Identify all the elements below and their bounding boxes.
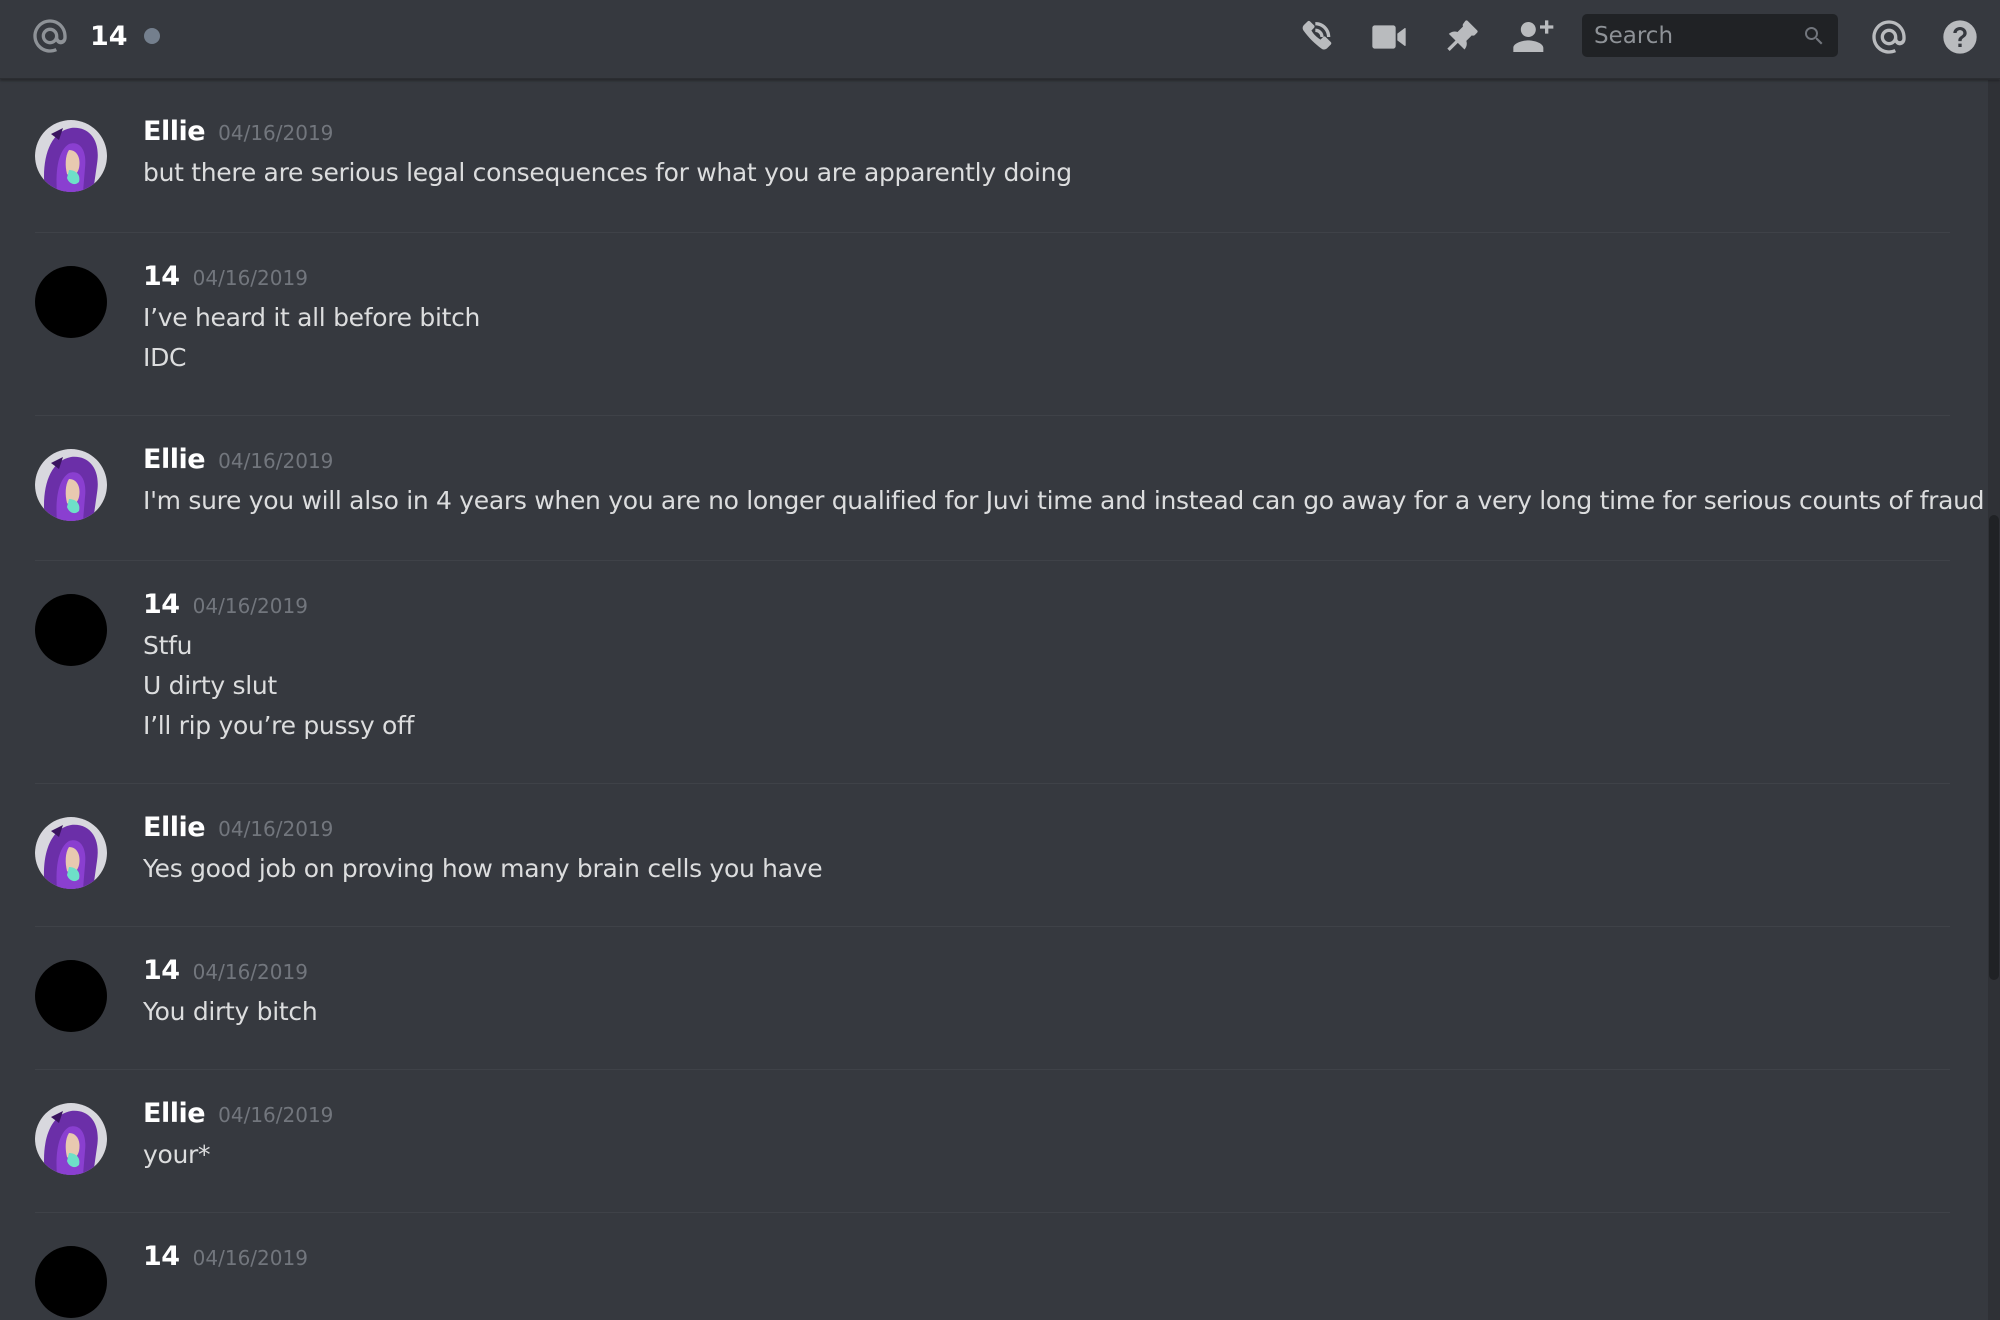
message-group: Ellie 04/16/2019 but there are serious l… [35,116,1950,233]
avatar[interactable] [35,1246,107,1318]
search-box[interactable] [1582,14,1838,57]
channel-header: 14 [0,0,2000,79]
mentions-icon[interactable] [1869,17,1909,57]
message-text: I’ll rip you’re pussy off [143,711,415,740]
timestamp: 04/16/2019 [218,817,334,841]
message-header: Ellie 04/16/2019 [143,116,333,147]
message-text: Yes good job on proving how many brain c… [143,854,823,883]
channel-info: 14 [30,14,160,58]
at-icon [30,16,70,56]
username[interactable]: 14 [143,1241,180,1272]
avatar[interactable] [35,266,107,338]
message-header: 14 04/16/2019 [143,589,308,620]
pin-icon[interactable] [1441,17,1481,57]
username[interactable]: Ellie [143,1098,206,1129]
avatar[interactable] [35,449,107,521]
add-friend-icon[interactable] [1513,17,1554,57]
avatar[interactable] [35,960,107,1032]
message-text: IDC [143,343,187,372]
chat-window: 14 Search Ellie 04/16/2019 but there are… [0,0,2000,1320]
message-group: 14 04/16/2019 [35,1213,1950,1320]
message-header: 14 04/16/2019 [143,1241,308,1272]
timestamp: 04/16/2019 [192,594,308,618]
help-icon[interactable] [1940,17,1980,57]
username[interactable]: Ellie [143,444,206,475]
timestamp: 04/16/2019 [192,960,308,984]
message-text: Stfu [143,631,193,660]
message-group: 14 04/16/2019 I’ve heard it all before b… [35,233,1950,416]
search-icon [1802,24,1826,52]
message-header: Ellie 04/16/2019 [143,444,333,475]
timestamp: 04/16/2019 [218,1103,334,1127]
username[interactable]: 14 [143,261,180,292]
message-text: I’ve heard it all before bitch [143,303,481,332]
message-header: Ellie 04/16/2019 [143,812,333,843]
avatar[interactable] [35,594,107,666]
message-text: I'm sure you will also in 4 years when y… [143,486,1985,515]
username[interactable]: Ellie [143,116,206,147]
channel-title: 14 [90,20,128,52]
message-text: your* [143,1140,211,1169]
message-header: 14 04/16/2019 [143,955,308,986]
message-header: 14 04/16/2019 [143,261,308,292]
username[interactable]: 14 [143,955,180,986]
timestamp: 04/16/2019 [192,1246,308,1270]
message-header: Ellie 04/16/2019 [143,1098,333,1129]
message-list[interactable]: Ellie 04/16/2019 but there are serious l… [0,80,1985,1320]
username[interactable]: Ellie [143,812,206,843]
message-group: Ellie 04/16/2019 I'm sure you will also … [35,416,1985,561]
message-text: but there are serious legal consequences… [143,158,1072,187]
timestamp: 04/16/2019 [192,266,308,290]
message-group: Ellie 04/16/2019 Yes good job on proving… [35,784,1950,927]
avatar[interactable] [35,817,107,889]
scrollbar-thumb[interactable] [1989,515,1999,980]
timestamp: 04/16/2019 [218,121,334,145]
call-icon[interactable] [1297,17,1337,57]
timestamp: 04/16/2019 [218,449,334,473]
message-text: U dirty slut [143,671,277,700]
message-group: 14 04/16/2019 Stfu U dirty slut I’ll rip… [35,561,1950,784]
avatar[interactable] [35,1103,107,1175]
search-input[interactable] [1582,14,1782,57]
video-icon[interactable] [1369,17,1409,57]
message-text: You dirty bitch [143,997,318,1026]
status-indicator [143,28,160,44]
username[interactable]: 14 [143,589,180,620]
message-group: 14 04/16/2019 You dirty bitch [35,927,1950,1070]
message-group: Ellie 04/16/2019 your* [35,1070,1950,1213]
avatar[interactable] [35,120,107,192]
